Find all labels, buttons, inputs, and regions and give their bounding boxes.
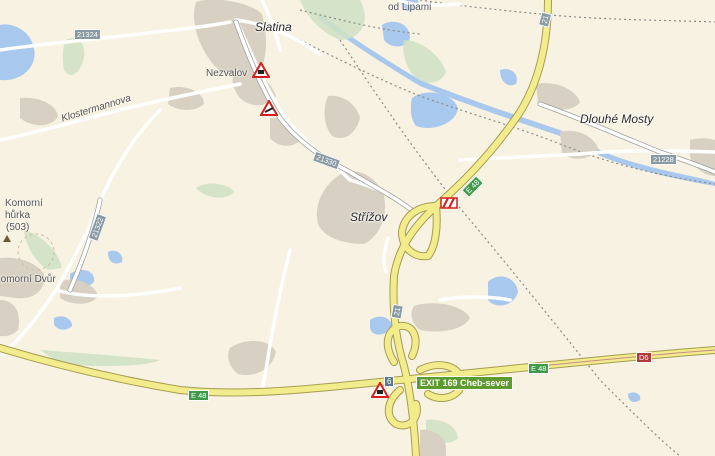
traffic-warning-icon[interactable]: [371, 382, 389, 398]
map-base-layer: [0, 0, 715, 456]
road-shield-e48-west: E 48: [188, 390, 210, 401]
elevation-label: (503): [6, 222, 30, 233]
place-label-strizov[interactable]: Střížov: [350, 210, 387, 224]
place-label-nezvalov[interactable]: Nezvalov: [206, 68, 247, 79]
road-shield-d6: D6: [636, 352, 652, 363]
place-label-komorni-hurka-1[interactable]: Komorní: [5, 198, 43, 209]
secondary-roads-layer: [67, 19, 715, 293]
place-label-komorni-dvur[interactable]: Komorní Dvůr: [0, 274, 56, 285]
place-label-slatina[interactable]: Slatina: [255, 20, 292, 34]
closure-icon[interactable]: [440, 196, 458, 212]
map-view[interactable]: Slatina Nezvalov Střížov Dlouhé Mosty Ko…: [0, 0, 715, 456]
place-label-komorni-hurka-2[interactable]: hůrka: [5, 210, 30, 221]
road-shield-21324: 21324: [74, 29, 101, 40]
traffic-warning-icon[interactable]: [252, 62, 270, 78]
peak-icon: [3, 235, 11, 242]
road-shield-e48-east: E 48: [528, 363, 550, 374]
place-label-dlouhe-mosty[interactable]: Dlouhé Mosty: [580, 112, 653, 126]
road-shield-21228: 21228: [650, 154, 677, 165]
place-label-lipami[interactable]: od Lipami: [388, 2, 431, 13]
roadwork-warning-icon[interactable]: [260, 100, 278, 116]
exit-label[interactable]: EXIT 169 Cheb-sever: [416, 376, 514, 390]
